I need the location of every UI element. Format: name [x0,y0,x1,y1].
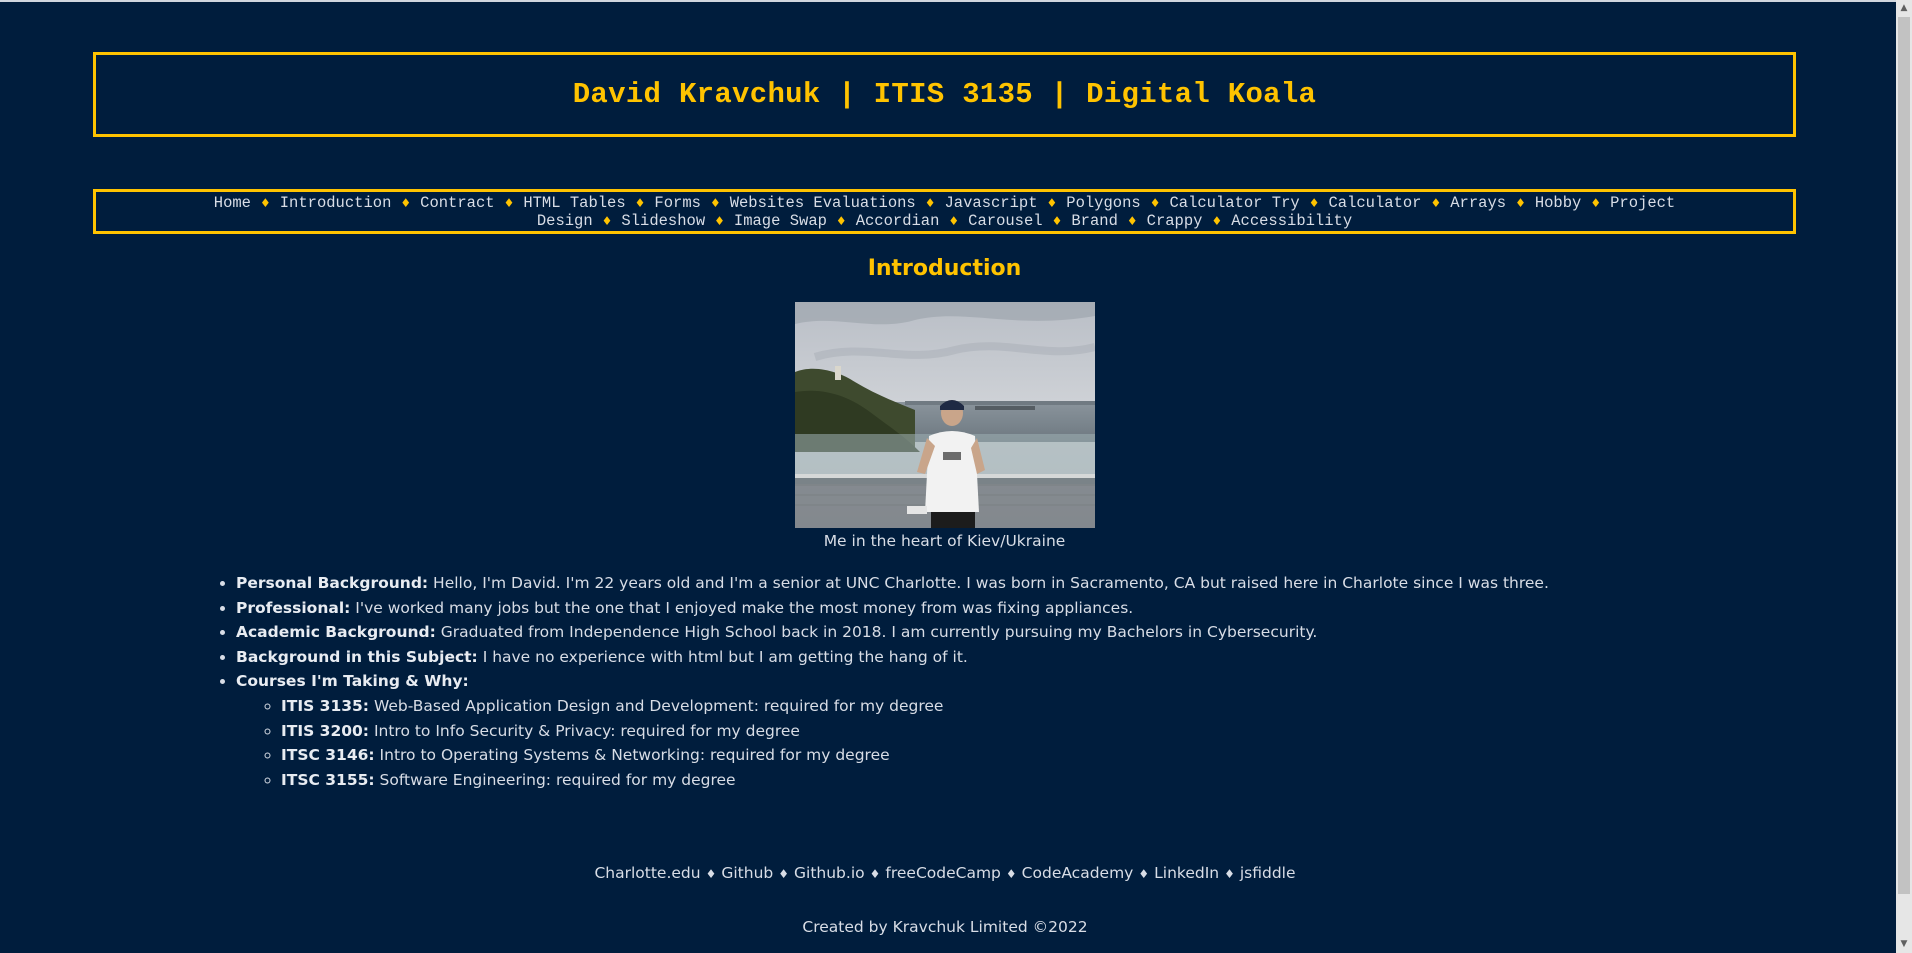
page-title: Introduction [867,256,1022,281]
nav-link-contract[interactable]: Contract [420,194,494,212]
course-item: ITSC 3155: Software Engineering: require… [281,768,1796,793]
diamond-icon: ♦ [709,196,721,210]
footer-links: Charlotte.edu ♦ Github ♦ Github.io ♦ freeCodeC… [0,864,1890,882]
nav-link-home[interactable]: Home [214,194,251,212]
nav-link-arrays[interactable]: Arrays [1450,194,1506,212]
main-navigation: Home ♦ Introduction ♦ Contract ♦ HTML Tables ♦ F… [93,189,1796,234]
footer-link-github-io[interactable]: Github.io [794,864,865,882]
nav-link-calculator-try[interactable]: Calculator Try [1169,194,1299,212]
list-item-label: Personal Background: [236,574,429,592]
scroll-down-arrow-icon[interactable]: ▼ [1896,936,1912,953]
footer-link-freecodecamp[interactable]: freeCodeCamp [885,864,1001,882]
nav-link-javascript[interactable]: Javascript [945,194,1038,212]
footer-link-jsfiddle[interactable]: jsfiddle [1240,864,1296,882]
nav-link-image-swap[interactable]: Image Swap [734,212,827,230]
nav-link-brand[interactable]: Brand [1071,212,1118,230]
diamond-icon: ♦ [634,196,646,210]
footer-link-linkedin[interactable]: LinkedIn [1154,864,1219,882]
diamond-icon: ♦ [778,867,790,881]
diamond-icon: ♦ [503,196,515,210]
list-item-label: Professional: [236,598,351,617]
nav-link-websites-evaluations[interactable]: Websites Evaluations [730,194,916,212]
nav-link-calculator[interactable]: Calculator [1328,194,1421,212]
vertical-scrollbar[interactable]: ▲ ▼ [1896,0,1912,953]
diamond-icon: ♦ [1224,867,1235,881]
photo-caption: Me in the heart of Kiev/Ukraine [823,532,1066,550]
page-container: David Kravchuk | ITIS 3135 | Digital Koa… [93,52,1796,792]
nav-link-accessibility[interactable]: Accessibility [1231,212,1352,230]
footer-link-codeacademy[interactable]: CodeAcademy [1022,864,1134,882]
course-description: Intro to Info Security & Privacy: requir… [369,721,800,740]
copyright-text: Created by Kravchuk Limited ©2022 [802,918,1088,936]
nav-link-forms[interactable]: Forms [654,194,701,212]
diamond-icon: ♦ [601,214,613,228]
list-item-text: Hello, I'm David. I'm 22 years old and I… [428,574,1549,592]
diamond-icon: ♦ [1308,196,1320,210]
course-code: ITIS 3135: [281,696,370,715]
scroll-up-arrow-icon[interactable]: ▲ [1896,0,1912,17]
list-item: Courses I'm Taking & Why: ITIS 3135: Web-… [236,669,1796,792]
diamond-icon: ♦ [714,214,725,228]
nav-link-crappy[interactable]: Crappy [1147,212,1203,230]
diamond-icon: ♦ [835,214,847,228]
intro-list: Personal Background: Hello, I'm David. I… [93,571,1796,792]
diamond-icon: ♦ [948,214,960,228]
list-item: Personal Background: Hello, I'm David. I… [236,571,1796,596]
site-title: David Kravchuk | ITIS 3135 | Digital Koa… [572,78,1317,111]
course-item: ITIS 3135: Web-Based Application Design … [281,694,1796,719]
diamond-icon: ♦ [1126,214,1138,228]
course-description: Software Engineering: required for my de… [374,770,736,789]
diamond-icon: ♦ [1005,867,1017,881]
list-item-label: Courses I'm Taking & Why: [236,672,469,691]
list-item: Academic Background: Graduated from Inde… [236,620,1796,645]
courses-list: ITIS 3135: Web-Based Application Design … [236,694,1796,792]
nav-link-slideshow[interactable]: Slideshow [621,212,705,230]
diamond-icon: ♦ [1430,196,1442,210]
diamond-icon: ♦ [869,867,881,881]
diamond-icon: ♦ [1211,214,1223,228]
nav-link-polygons[interactable]: Polygons [1066,194,1140,212]
diamond-icon: ♦ [400,196,412,210]
window-top-border [0,0,1912,2]
diamond-icon: ♦ [705,867,717,881]
list-item: Professional: I've worked many jobs but … [236,596,1796,621]
course-item: ITSC 3146: Intro to Operating Systems & … [281,743,1796,768]
course-description: Intro to Operating Systems & Networking:… [374,746,890,765]
course-item: ITIS 3200: Intro to Info Security & Priv… [281,719,1796,744]
diamond-icon: ♦ [1515,196,1526,210]
profile-photo [794,302,1095,528]
course-code: ITSC 3155: [281,770,375,789]
profile-figure: Me in the heart of Kiev/Ukraine [93,302,1796,550]
site-header: David Kravchuk | ITIS 3135 | Digital Koa… [93,52,1796,137]
diamond-icon: ♦ [1138,867,1150,881]
nav-link-html-tables[interactable]: HTML Tables [523,194,625,212]
list-item-label: Background in this Subject: [236,647,478,666]
nav-link-carousel[interactable]: Carousel [968,212,1042,230]
list-item-text: Graduated from Independence High School … [435,623,1318,642]
list-item-label: Academic Background: [236,623,436,642]
course-code: ITSC 3146: [281,746,375,765]
diamond-icon: ♦ [1149,196,1161,210]
diamond-icon: ♦ [1051,214,1063,228]
nav-link-introduction[interactable]: Introduction [280,194,392,212]
list-item-text: I've worked many jobs but the one that I… [350,598,1134,617]
list-item: Background in this Subject: I have no ex… [236,645,1796,670]
diamond-icon: ♦ [924,196,936,210]
diamond-icon: ♦ [259,196,271,210]
list-item-text: I have no experience with html but I am … [477,647,968,666]
footer-link-charlotte-edu[interactable]: Charlotte.edu [594,864,700,882]
diamond-icon: ♦ [1046,196,1058,210]
course-code: ITIS 3200: [281,721,370,740]
scrollbar-thumb[interactable] [1898,17,1910,894]
nav-link-hobby[interactable]: Hobby [1535,194,1582,212]
nav-link-accordian[interactable]: Accordian [856,212,940,230]
footer-link-github[interactable]: Github [721,864,773,882]
course-description: Web-Based Application Design and Develop… [369,696,944,715]
diamond-icon: ♦ [1590,196,1602,210]
